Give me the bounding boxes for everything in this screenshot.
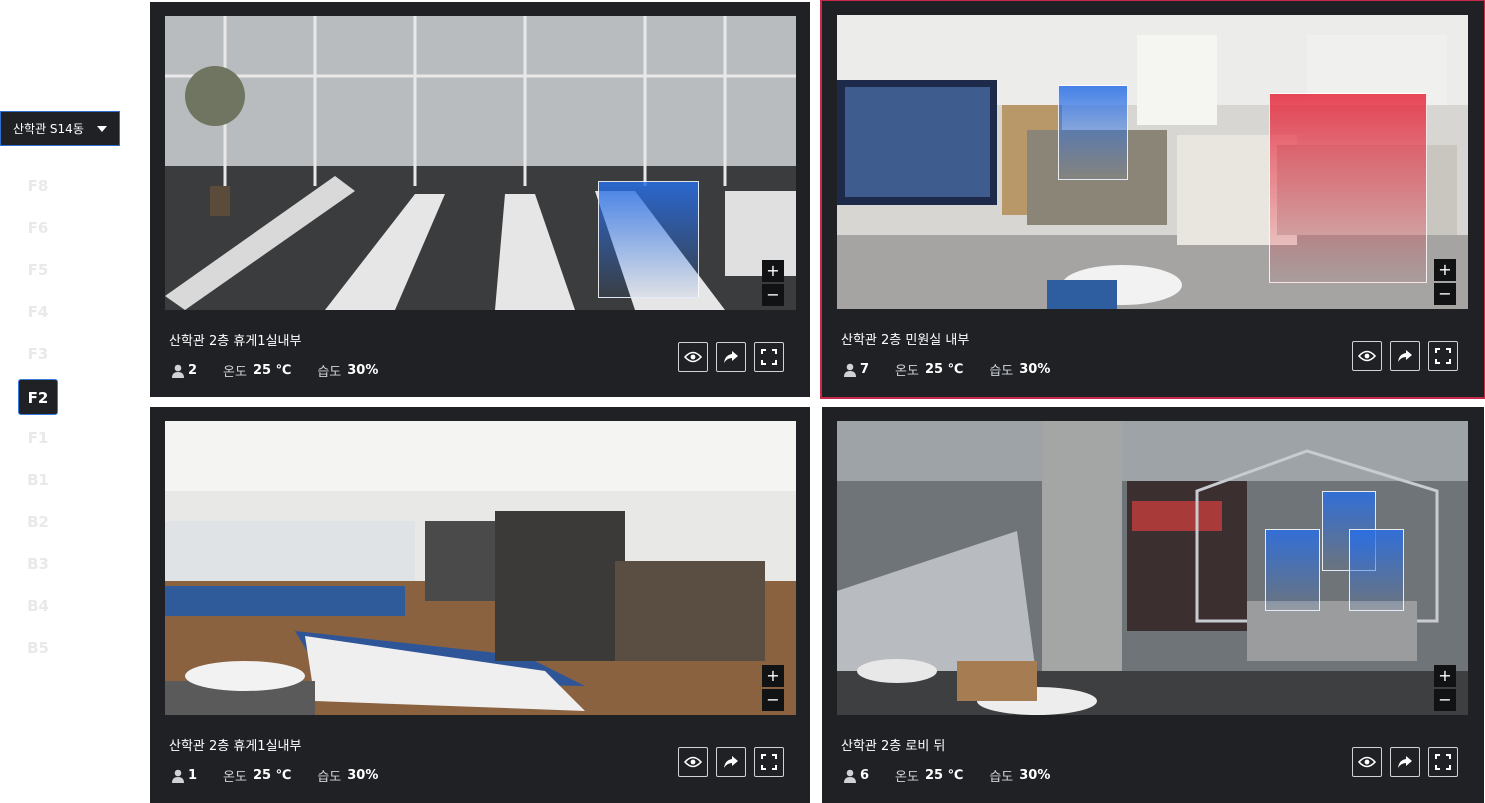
share-button[interactable]: [1390, 341, 1420, 371]
eye-icon: [684, 351, 702, 363]
floor-item-f4[interactable]: F4: [18, 294, 58, 330]
camera-actions: [678, 342, 784, 372]
floor-item-f8[interactable]: F8: [18, 168, 58, 204]
floor-item-f5[interactable]: F5: [18, 252, 58, 288]
detection-box: [1265, 529, 1320, 611]
floor-item-b2[interactable]: B2: [18, 504, 58, 540]
people-count: 7: [860, 362, 870, 377]
person-icon: [172, 364, 184, 378]
camera-card: + − 산학관 2층 휴게1실내부 1 온도 25 ℃ 습도 30%: [150, 407, 810, 803]
eye-icon: [1358, 756, 1376, 768]
floor-item-b1[interactable]: B1: [18, 462, 58, 498]
zoom-out-button[interactable]: −: [762, 284, 784, 306]
view-button[interactable]: [678, 747, 708, 777]
humidity-value: 30%: [347, 768, 379, 783]
fullscreen-button[interactable]: [1428, 747, 1458, 777]
person-icon: [844, 769, 856, 783]
temp-label: 온도: [895, 770, 919, 785]
people-count: 6: [860, 768, 870, 783]
view-button[interactable]: [1352, 747, 1382, 777]
temp-label: 온도: [223, 770, 247, 785]
camera-feed[interactable]: + −: [837, 421, 1468, 715]
detection-box: [598, 181, 699, 298]
share-button[interactable]: [716, 747, 746, 777]
floor-item-b5[interactable]: B5: [18, 630, 58, 666]
camera-card-selected: + − 산학관 2층 민원실 내부 7 온도 25 ℃ 습도 30%: [820, 0, 1485, 399]
detection-box-alert: [1269, 93, 1427, 283]
temp-value: 25 ℃: [924, 768, 964, 783]
share-arrow-icon: [1398, 350, 1412, 362]
camera-feed[interactable]: + −: [165, 16, 796, 310]
zoom-out-button[interactable]: −: [1434, 283, 1456, 305]
humidity-value: 30%: [1019, 362, 1051, 377]
zoom-in-button[interactable]: +: [762, 260, 784, 282]
fullscreen-icon: [1435, 754, 1451, 770]
camera-actions: [1352, 341, 1458, 371]
temp-value: 25 ℃: [252, 363, 292, 378]
detection-box: [1349, 529, 1404, 611]
building-select-value: 산학관 S14동: [13, 122, 84, 136]
humidity-value: 30%: [347, 363, 379, 378]
humidity-label: 습도: [317, 770, 342, 785]
humidity-label: 습도: [989, 770, 1014, 785]
eye-icon: [684, 756, 702, 768]
camera-stats: 2 온도 25 ℃ 습도 30%: [172, 361, 404, 380]
camera-feed[interactable]: + −: [165, 421, 796, 715]
people-count: 1: [188, 768, 198, 783]
camera-title: 산학관 2층 민원실 내부: [841, 333, 970, 348]
floor-item-b3[interactable]: B3: [18, 546, 58, 582]
temp-label: 온도: [223, 365, 247, 380]
zoom-out-button[interactable]: −: [1434, 689, 1456, 711]
fullscreen-icon: [761, 754, 777, 770]
detection-box: [1058, 85, 1128, 180]
camera-actions: [1352, 747, 1458, 777]
camera-card: + − 산학관 2층 로비 뒤 6 온도 25 ℃ 습도 30%: [822, 407, 1484, 803]
people-count: 2: [188, 363, 198, 378]
share-button[interactable]: [716, 342, 746, 372]
zoom-in-button[interactable]: +: [1434, 665, 1456, 687]
zoom-out-button[interactable]: −: [762, 689, 784, 711]
camera-image-lounge-glass: [165, 16, 796, 310]
share-arrow-icon: [724, 756, 738, 768]
floor-item-f3[interactable]: F3: [18, 336, 58, 372]
floor-item-f2[interactable]: F2: [18, 379, 58, 415]
camera-stats: 1 온도 25 ℃ 습도 30%: [172, 766, 404, 785]
fullscreen-button[interactable]: [754, 747, 784, 777]
humidity-label: 습도: [989, 364, 1014, 379]
fullscreen-icon: [1435, 348, 1451, 364]
floor-item-f6[interactable]: F6: [18, 210, 58, 246]
view-button[interactable]: [1352, 341, 1382, 371]
camera-stats: 7 온도 25 ℃ 습도 30%: [844, 360, 1076, 379]
fullscreen-icon: [761, 349, 777, 365]
floor-item-b4[interactable]: B4: [18, 588, 58, 624]
camera-title: 산학관 2층 휴게1실내부: [169, 739, 302, 754]
fullscreen-button[interactable]: [754, 342, 784, 372]
temp-value: 25 ℃: [924, 362, 964, 377]
camera-actions: [678, 747, 784, 777]
camera-card: + − 산학관 2층 휴게1실내부 2 온도 25 ℃ 습도 30%: [150, 2, 810, 397]
share-button[interactable]: [1390, 747, 1420, 777]
humidity-label: 습도: [317, 365, 342, 380]
fullscreen-button[interactable]: [1428, 341, 1458, 371]
eye-icon: [1358, 350, 1376, 362]
camera-title: 산학관 2층 휴게1실내부: [169, 334, 302, 349]
chevron-down-icon: [97, 126, 107, 132]
camera-image-lounge-sofa: [165, 421, 796, 715]
person-icon: [172, 769, 184, 783]
building-select[interactable]: 산학관 S14동: [0, 111, 120, 146]
share-arrow-icon: [1398, 756, 1412, 768]
temp-label: 온도: [895, 364, 919, 379]
person-icon: [844, 363, 856, 377]
zoom-in-button[interactable]: +: [1434, 259, 1456, 281]
camera-stats: 6 온도 25 ℃ 습도 30%: [844, 766, 1076, 785]
temp-value: 25 ℃: [252, 768, 292, 783]
floor-item-f1[interactable]: F1: [18, 420, 58, 456]
zoom-in-button[interactable]: +: [762, 665, 784, 687]
view-button[interactable]: [678, 342, 708, 372]
humidity-value: 30%: [1019, 768, 1051, 783]
share-arrow-icon: [724, 351, 738, 363]
camera-title: 산학관 2층 로비 뒤: [841, 739, 946, 754]
camera-feed[interactable]: + −: [837, 15, 1468, 309]
